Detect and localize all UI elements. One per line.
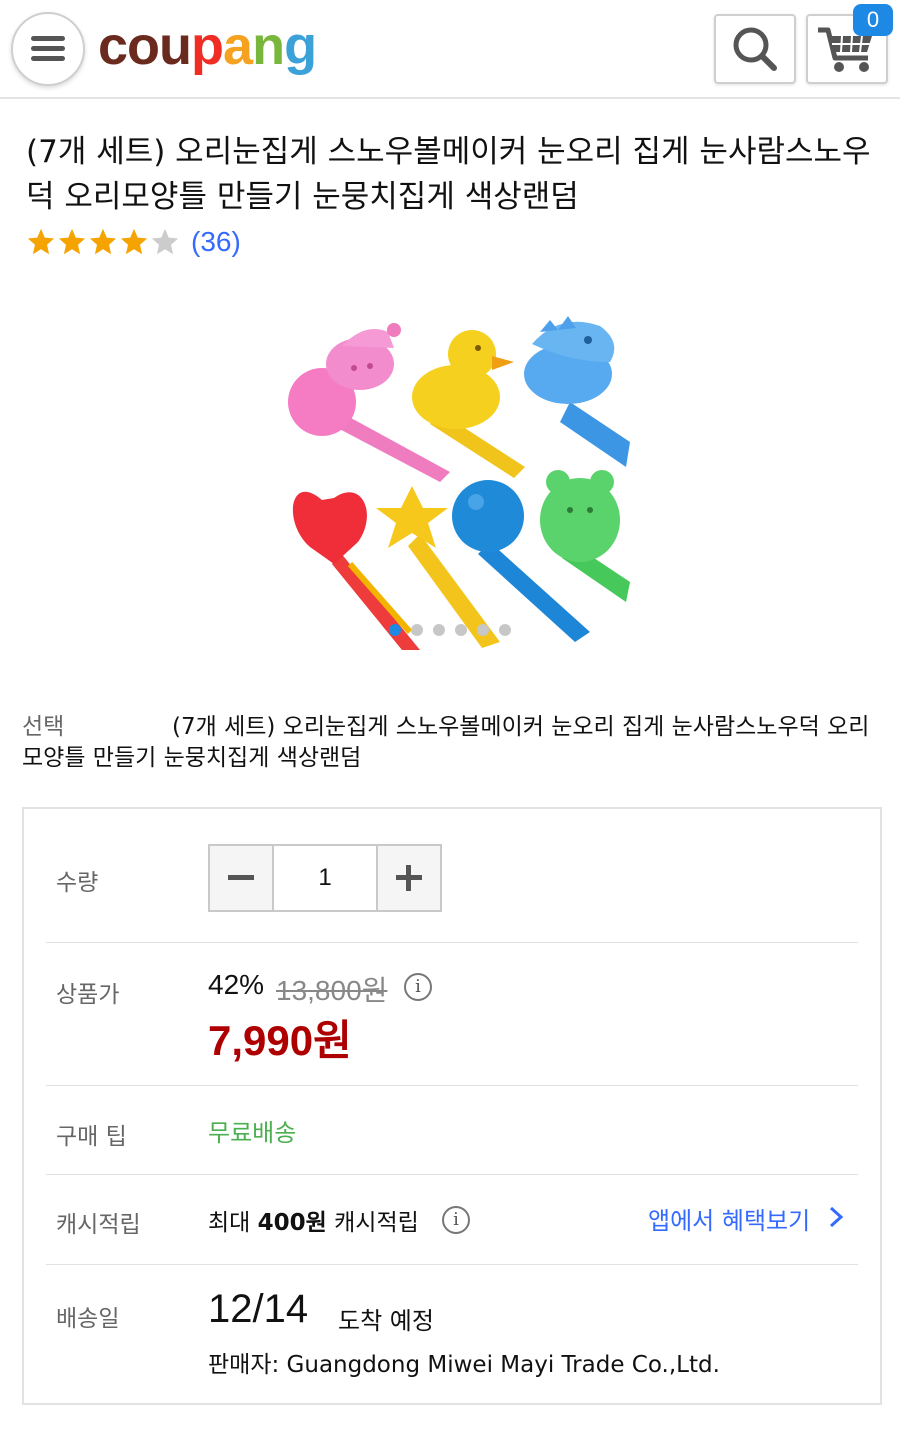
star-filled-icon [27,228,55,255]
plus-icon [396,865,422,891]
rating-stars [26,227,181,257]
hamburger-menu-icon [31,36,65,41]
divider [46,1174,858,1175]
option-selection[interactable]: 선택 (7개 세트) 오리눈집게 스노우볼메이커 눈오리 집게 눈사람스노우덕 오… [22,712,882,774]
free-shipping-text: 무료배송 [208,1119,297,1147]
carousel-dot[interactable] [477,624,489,636]
quantity-label: 수량 [56,870,99,896]
logo-letter: u [159,16,192,76]
coupang-logo[interactable]: coupang [98,14,317,78]
logo-letter: c [98,16,128,76]
carousel-dot[interactable] [455,624,467,636]
quantity-input[interactable]: 1 [272,846,378,910]
cash-suffix: 캐시적립 [326,1210,419,1236]
yellow-duck-scoop [412,330,525,478]
cash-prefix: 최대 [208,1210,258,1236]
quantity-increase-button[interactable] [378,846,440,910]
minus-icon [228,875,254,880]
app-benefit-link[interactable]: 앱에서 혜택보기 [648,1201,810,1236]
product-rating[interactable]: (36) [26,222,241,262]
sale-price: 7,990원 [208,1017,352,1064]
cash-reward-text: 최대 400원 캐시적립 [208,1203,419,1237]
cash-info-icon[interactable]: i [442,1206,470,1234]
cart-count-badge: 0 [853,4,893,36]
star-filled-icon [89,228,117,255]
hamburger-line [31,46,65,51]
price-info-icon[interactable]: i [404,973,432,1001]
divider [46,942,858,943]
carousel-dot[interactable] [499,624,511,636]
logo-letter: g [284,16,317,76]
logo-letter: p [191,16,224,76]
delivery-estimate-text: 도착 예정 [338,1307,434,1335]
cash-reward-label: 캐시적립 [56,1212,141,1238]
price-label: 상품가 [56,982,120,1008]
review-count-link[interactable]: (36) [191,226,241,258]
purchase-tip-label: 구매 팁 [56,1124,127,1150]
discount-rate: 42% [208,969,265,1000]
carousel-dot[interactable] [389,624,401,636]
top-header: coupang 0 [0,0,900,99]
delivery-label: 배송일 [56,1306,120,1332]
original-price: 13,800원 [276,975,388,1006]
star-empty-icon [151,228,179,255]
logo-letter: o [127,16,160,76]
delivery-date: 12/14 [208,1287,309,1331]
image-carousel-dots[interactable] [389,624,521,636]
chevron-right-icon[interactable] [827,1205,845,1229]
seller-name[interactable]: 판매자: Guangdong Miwei Mayi Trade Co.,Ltd. [208,1345,720,1379]
purchase-info-box: 수량 1 상품가 42% 13,800원 i 7,990원 구매 팁 무료배송 … [22,807,882,1405]
star-filled-icon [120,228,148,255]
quantity-decrease-button[interactable] [210,846,272,910]
hamburger-line [31,56,65,61]
search-icon [733,27,777,71]
product-image-illustration [288,316,630,650]
star-filled-icon [58,228,86,255]
search-button[interactable] [714,14,796,84]
product-image[interactable] [270,302,640,650]
blue-dinosaur-scoop [524,316,630,467]
menu-button[interactable] [11,12,85,86]
carousel-dot[interactable] [433,624,445,636]
option-label: 선택 [22,714,65,740]
logo-letter: n [252,16,285,76]
divider [46,1085,858,1086]
carousel-dot[interactable] [411,624,423,636]
green-bear-scoop [540,470,630,602]
logo-letter: a [223,16,253,76]
cash-amount: 400원 [257,1210,327,1236]
quantity-stepper[interactable]: 1 [208,844,442,912]
product-title: (7개 세트) 오리눈집게 스노우볼메이커 눈오리 집게 눈사람스노우덕 오리모… [26,134,871,215]
divider [46,1264,858,1265]
